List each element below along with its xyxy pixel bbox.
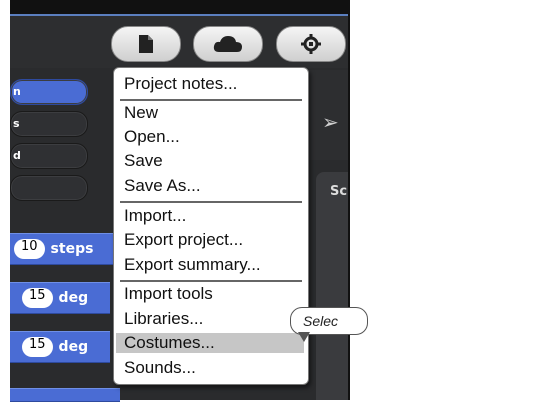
menu-item-sounds[interactable]: Sounds... xyxy=(124,358,196,378)
screen-margin xyxy=(0,0,10,400)
cloud-button[interactable] xyxy=(193,26,263,62)
menu-item-save[interactable]: Save xyxy=(124,151,163,171)
menu-item-costumes[interactable]: Costumes... xyxy=(116,333,304,353)
menu-item-export-project[interactable]: Export project... xyxy=(124,230,243,250)
block-number-input[interactable]: 10 xyxy=(14,239,45,259)
menu-item-open[interactable]: Open... xyxy=(124,127,180,147)
turn-block[interactable]: 15 deg xyxy=(10,331,110,363)
category-button[interactable] xyxy=(10,175,88,201)
tooltip-tail xyxy=(298,332,310,342)
menu-item-export-summary[interactable]: Export summary... xyxy=(124,255,261,275)
category-label: d xyxy=(13,149,21,162)
stage-panel xyxy=(316,172,348,400)
menu-separator xyxy=(120,201,302,203)
menu-item-import[interactable]: Import... xyxy=(124,206,186,226)
top-bar xyxy=(0,0,350,14)
stage-label: Sc xyxy=(330,184,348,199)
file-icon xyxy=(138,34,154,54)
menu-item-save-as[interactable]: Save As... xyxy=(124,176,201,196)
category-button[interactable]: n xyxy=(10,79,88,105)
category-label: s xyxy=(13,117,20,130)
category-label: n xyxy=(13,85,21,98)
move-block[interactable]: 10 steps xyxy=(10,233,120,265)
cloud-icon xyxy=(213,35,243,53)
block-label: steps xyxy=(50,241,94,257)
block-number-input[interactable]: 15 xyxy=(22,337,53,357)
category-button[interactable]: d xyxy=(10,143,88,169)
window-edge xyxy=(348,0,350,400)
menu-separator xyxy=(120,99,302,101)
block-number-input[interactable]: 15 xyxy=(22,288,53,308)
menu-item-libraries[interactable]: Libraries... xyxy=(124,309,203,329)
menu-item-import-tools[interactable]: Import tools xyxy=(124,284,213,304)
turn-block[interactable]: 15 deg xyxy=(10,282,110,314)
menu-item-project-notes[interactable]: Project notes... xyxy=(124,74,237,94)
gear-icon xyxy=(300,33,322,55)
category-button[interactable]: s xyxy=(10,111,88,137)
tooltip: Selec xyxy=(290,307,368,335)
menu-item-new[interactable]: New xyxy=(124,103,158,123)
menu-separator xyxy=(120,280,302,282)
arrow-icon[interactable]: ➢ xyxy=(322,110,339,134)
block-label: deg xyxy=(58,290,89,306)
block-label: deg xyxy=(58,339,89,355)
file-menu-button[interactable] xyxy=(111,26,181,62)
settings-button[interactable] xyxy=(276,26,346,62)
file-menu: Project notes... New Open... Save Save A… xyxy=(113,67,309,385)
